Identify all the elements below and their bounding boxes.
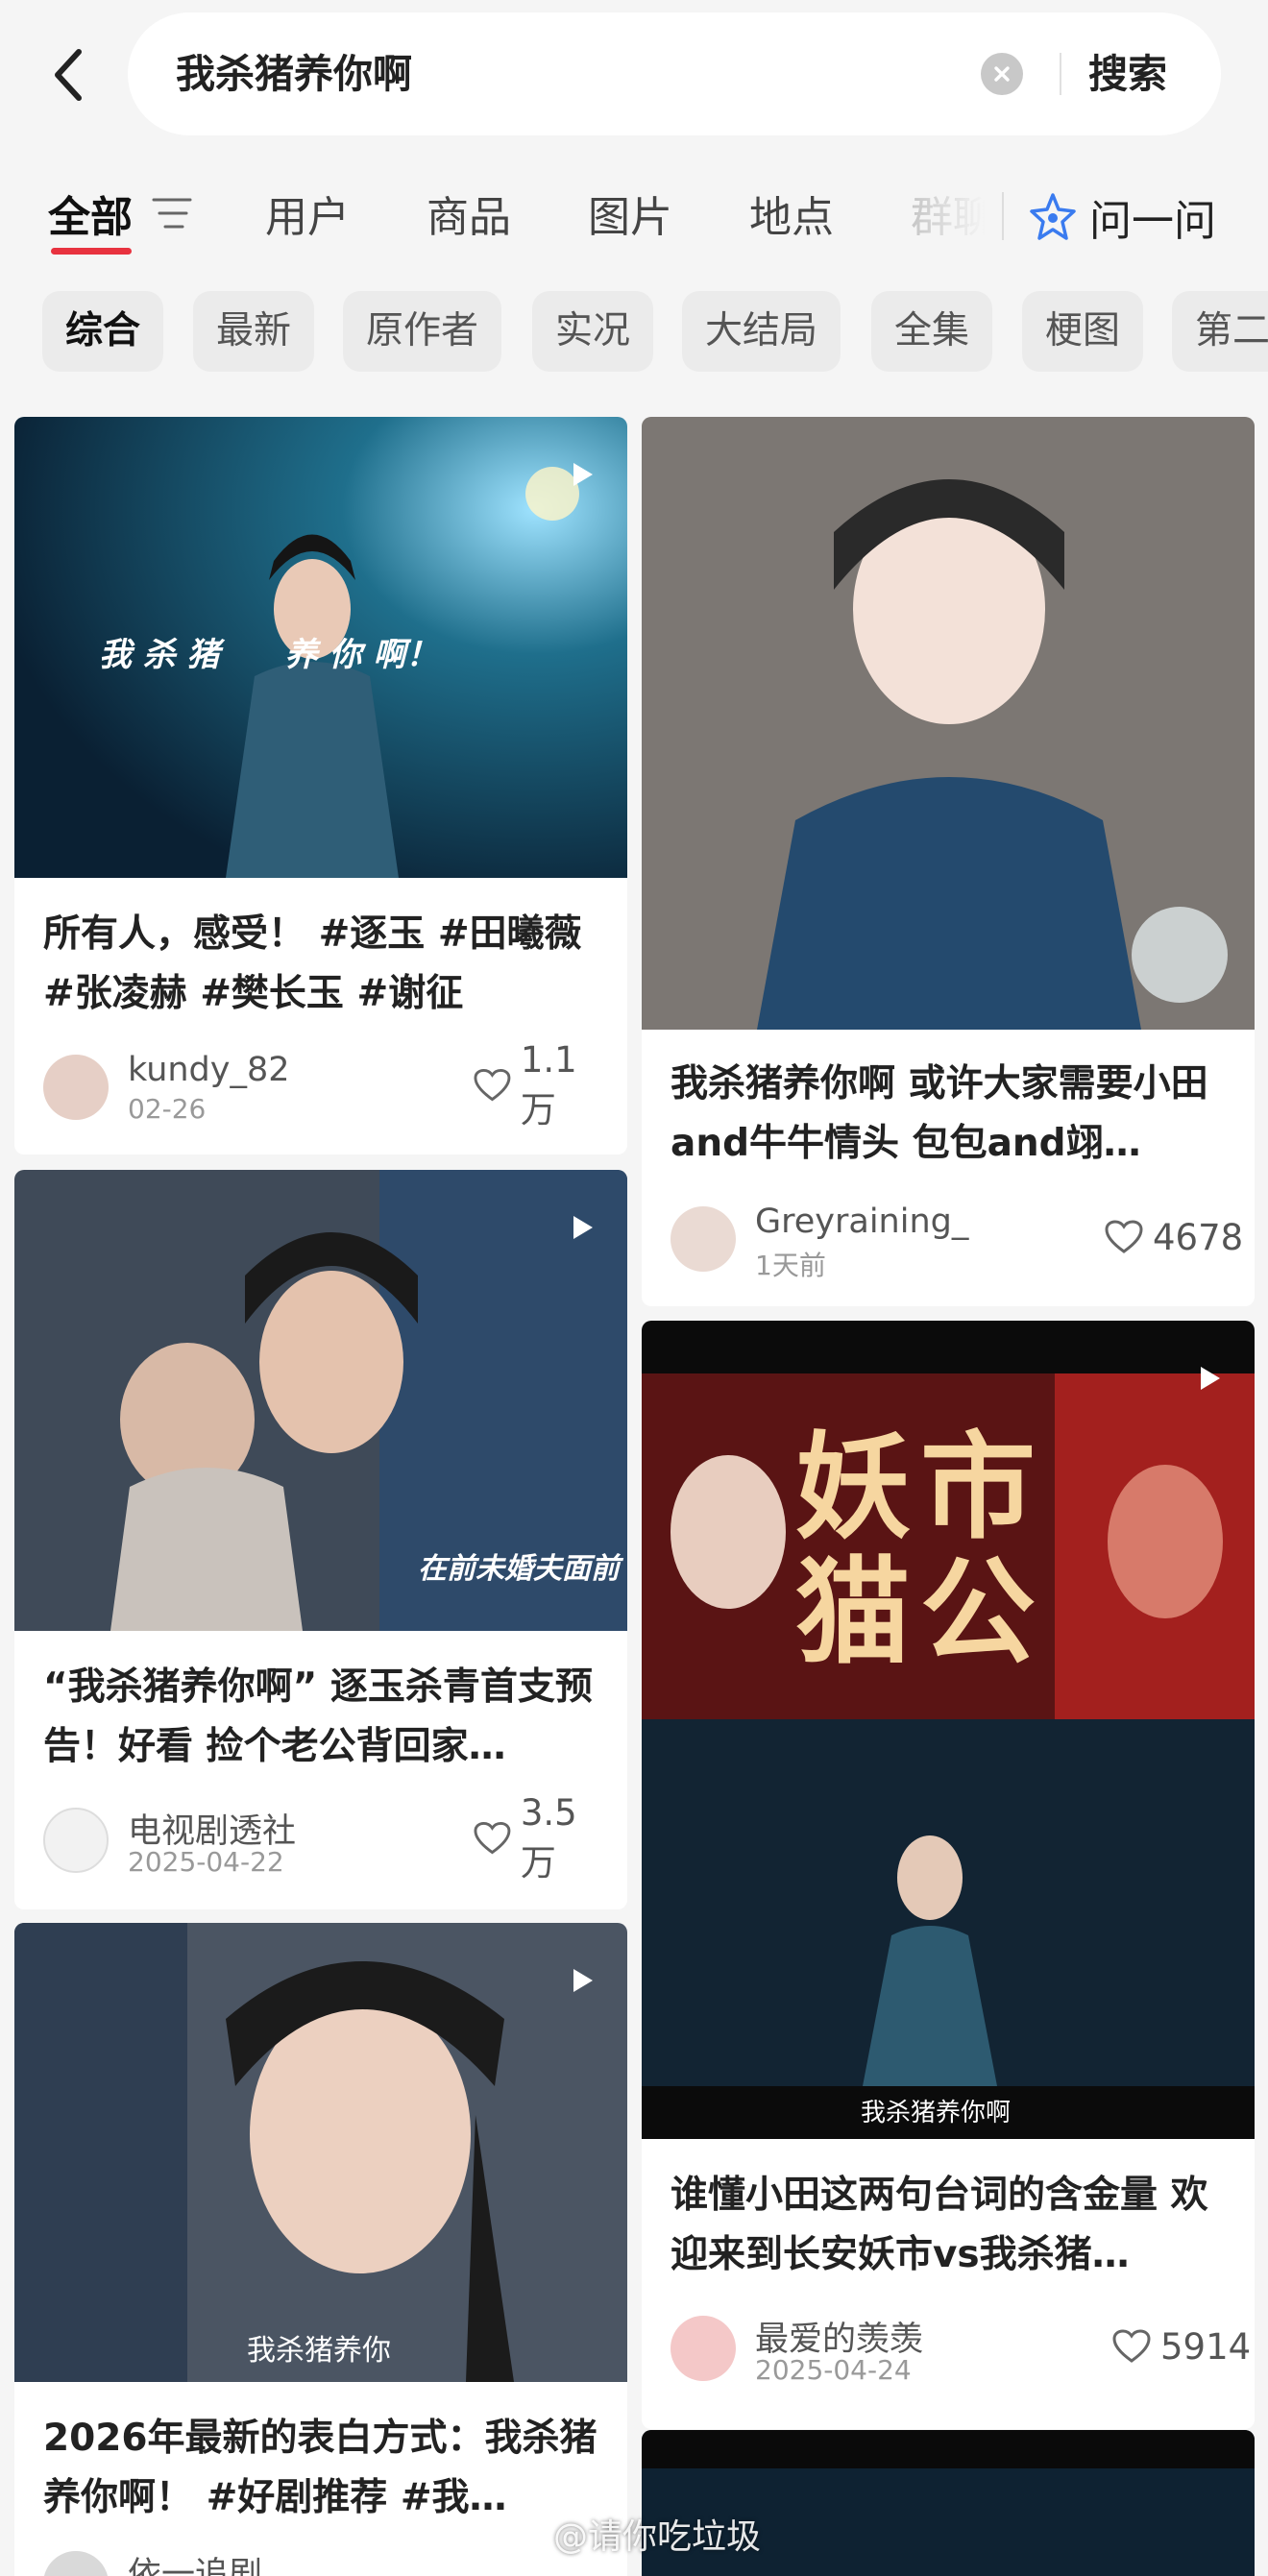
search-button[interactable]: 搜索 [1088, 12, 1167, 135]
like-count: 4678 [1153, 1216, 1244, 1258]
card-title: 我杀猪养你啊 或许大家需要小田and牛牛情头 包包and翊… [671, 1062, 1208, 1165]
like-button[interactable]: 4678 [1105, 1210, 1243, 1264]
thumbnail-caption: 我杀猪养你啊 [861, 2099, 1012, 2127]
ask-button[interactable]: 问一问 [1028, 179, 1216, 255]
weibo-logo-icon [505, 2518, 546, 2551]
feed-card[interactable]: 我 杀 猪 养 你 啊！ 所有人，感受！ #逐玉 #田曦薇 #张凌赫 #樊长玉 … [14, 417, 627, 1154]
avatar[interactable] [671, 2316, 736, 2381]
card-title: 所有人，感受！ #逐玉 #田曦薇 #张凌赫 #樊长玉 #谢征 [43, 912, 582, 1015]
search-divider [1060, 53, 1061, 95]
active-tab-indicator [51, 248, 132, 255]
author-name[interactable]: 依一追剧 [128, 2547, 262, 2576]
chip-live[interactable]: 实况 [532, 291, 654, 372]
thumbnail-caption: 我杀猪养你 [247, 2334, 391, 2368]
feed-card[interactable]: 妖市猫公 我杀猪养你啊 谁懂小田这两句台词的含金量 欢迎来到长安妖市vs我杀猪…… [642, 1321, 1255, 2429]
back-arrow-icon [55, 49, 82, 101]
poster-title: 妖市猫公 [795, 1422, 1045, 1680]
author-name[interactable]: Greyraining_ [755, 1203, 968, 1241]
play-icon [1201, 1367, 1220, 1390]
tab-products[interactable]: 商品 [427, 182, 511, 244]
video-thumbnail: 妖市猫公 我杀猪养你啊 [642, 1321, 1255, 2139]
video-thumbnail: 我 杀 猪 养 你 啊！ [14, 417, 627, 878]
chip-second[interactable]: 第二 [1172, 291, 1268, 372]
card-title: “我杀猪养你啊” 逐玉杀青首支预告！好看 捡个老公背回家… [43, 1665, 593, 1768]
card-meta: 最爱的羡羡 2025-04-24 5914 [671, 2312, 1251, 2386]
heart-icon [474, 1821, 511, 1855]
card-title: 谁懂小田这两句台词的含金量 欢迎来到长安妖市vs我杀猪… [671, 2174, 1208, 2276]
post-date: 02-26 [128, 1093, 207, 1125]
avatar[interactable] [43, 2551, 109, 2576]
image-thumbnail [642, 417, 1255, 1030]
thumbnail-caption: 在前未婚夫面前 [418, 1552, 620, 1586]
avatar[interactable] [43, 1055, 109, 1120]
video-thumbnail: 在前未婚夫面前 [14, 1170, 627, 1631]
thumbnail-caption: 我 杀 猪 养 你 啊！ [99, 636, 439, 674]
tab-users[interactable]: 用户 [265, 182, 350, 244]
like-count: 5914 [1160, 2325, 1252, 2368]
tab-images[interactable]: 图片 [588, 182, 672, 244]
avatar[interactable] [43, 1808, 109, 1873]
like-button[interactable]: 1.1万 [474, 1039, 610, 1130]
heart-icon [1105, 1220, 1143, 1253]
post-date: 2025-04-24 [755, 2354, 912, 2386]
filter-icon[interactable] [152, 196, 192, 231]
search-box[interactable]: 我杀猪养你啊 搜索 [128, 12, 1221, 135]
tab-separator [1002, 192, 1004, 240]
card-meta: 电视剧透社 2025-04-22 3.5万 [43, 1792, 610, 1883]
watermark: @请你吃垃圾 [505, 2509, 761, 2559]
video-thumbnail: 我杀猪养你 [14, 1923, 627, 2382]
search-results-page: 我杀猪养你啊 搜索 全部 用户 商品 图片 地点 群聊 问一 [0, 0, 1268, 2576]
tab-fade [893, 173, 1009, 250]
top-bar: 我杀猪养你啊 搜索 [0, 0, 1268, 154]
chip-latest[interactable]: 最新 [193, 291, 315, 372]
like-count: 3.5万 [520, 1791, 577, 1883]
play-icon [573, 1216, 593, 1239]
card-meta: kundy_82 02-26 1.1万 [43, 1039, 610, 1130]
play-icon [573, 463, 593, 486]
close-icon [994, 66, 1010, 82]
feed-card[interactable]: 我杀猪养你啊 或许大家需要小田and牛牛情头 包包and翊… Greyraini… [642, 417, 1255, 1306]
ask-label: 问一问 [1089, 197, 1216, 246]
card-meta: Greyraining_ 1天前 4678 [671, 1203, 1243, 1281]
tab-all[interactable]: 全部 [48, 182, 133, 244]
filter-chips: 综合 最新 原作者 实况 大结局 全集 梗图 第二 [0, 291, 1268, 376]
back-button[interactable] [38, 38, 96, 111]
feed-card[interactable]: 在前未婚夫面前 “我杀猪养你啊” 逐玉杀青首支预告！好看 捡个老公背回家… 电视… [14, 1170, 627, 1909]
search-input[interactable]: 我杀猪养你啊 [176, 12, 412, 135]
feed-card[interactable]: 我杀猪养你 2026年最新的表白方式：我杀猪养你啊！ #好剧推荐 #我… 依一追… [14, 1923, 627, 2576]
tab-places[interactable]: 地点 [749, 182, 834, 244]
like-count: 1.1万 [520, 1038, 577, 1130]
post-date: 2025-04-22 [128, 1846, 284, 1878]
watermark-text: @请你吃垃圾 [553, 2517, 762, 2557]
play-icon [573, 1969, 593, 1992]
clear-search-button[interactable] [981, 53, 1023, 95]
author-name[interactable]: kundy_82 [128, 1051, 290, 1089]
chip-finale[interactable]: 大结局 [682, 291, 841, 372]
category-tabs: 全部 用户 商品 图片 地点 群聊 问一问 [0, 163, 1268, 269]
like-button[interactable]: 3.5万 [474, 1792, 610, 1883]
chip-comprehensive[interactable]: 综合 [42, 291, 164, 372]
chip-original-author[interactable]: 原作者 [343, 291, 502, 372]
heart-icon [1112, 2329, 1151, 2363]
post-date: 1天前 [755, 1250, 826, 1281]
sparkle-star-icon [1030, 193, 1076, 240]
like-button[interactable]: 5914 [1112, 2320, 1251, 2373]
chip-meme[interactable]: 梗图 [1022, 291, 1144, 372]
chip-full-series[interactable]: 全集 [871, 291, 993, 372]
avatar[interactable] [671, 1206, 736, 1272]
heart-icon [474, 1068, 511, 1102]
